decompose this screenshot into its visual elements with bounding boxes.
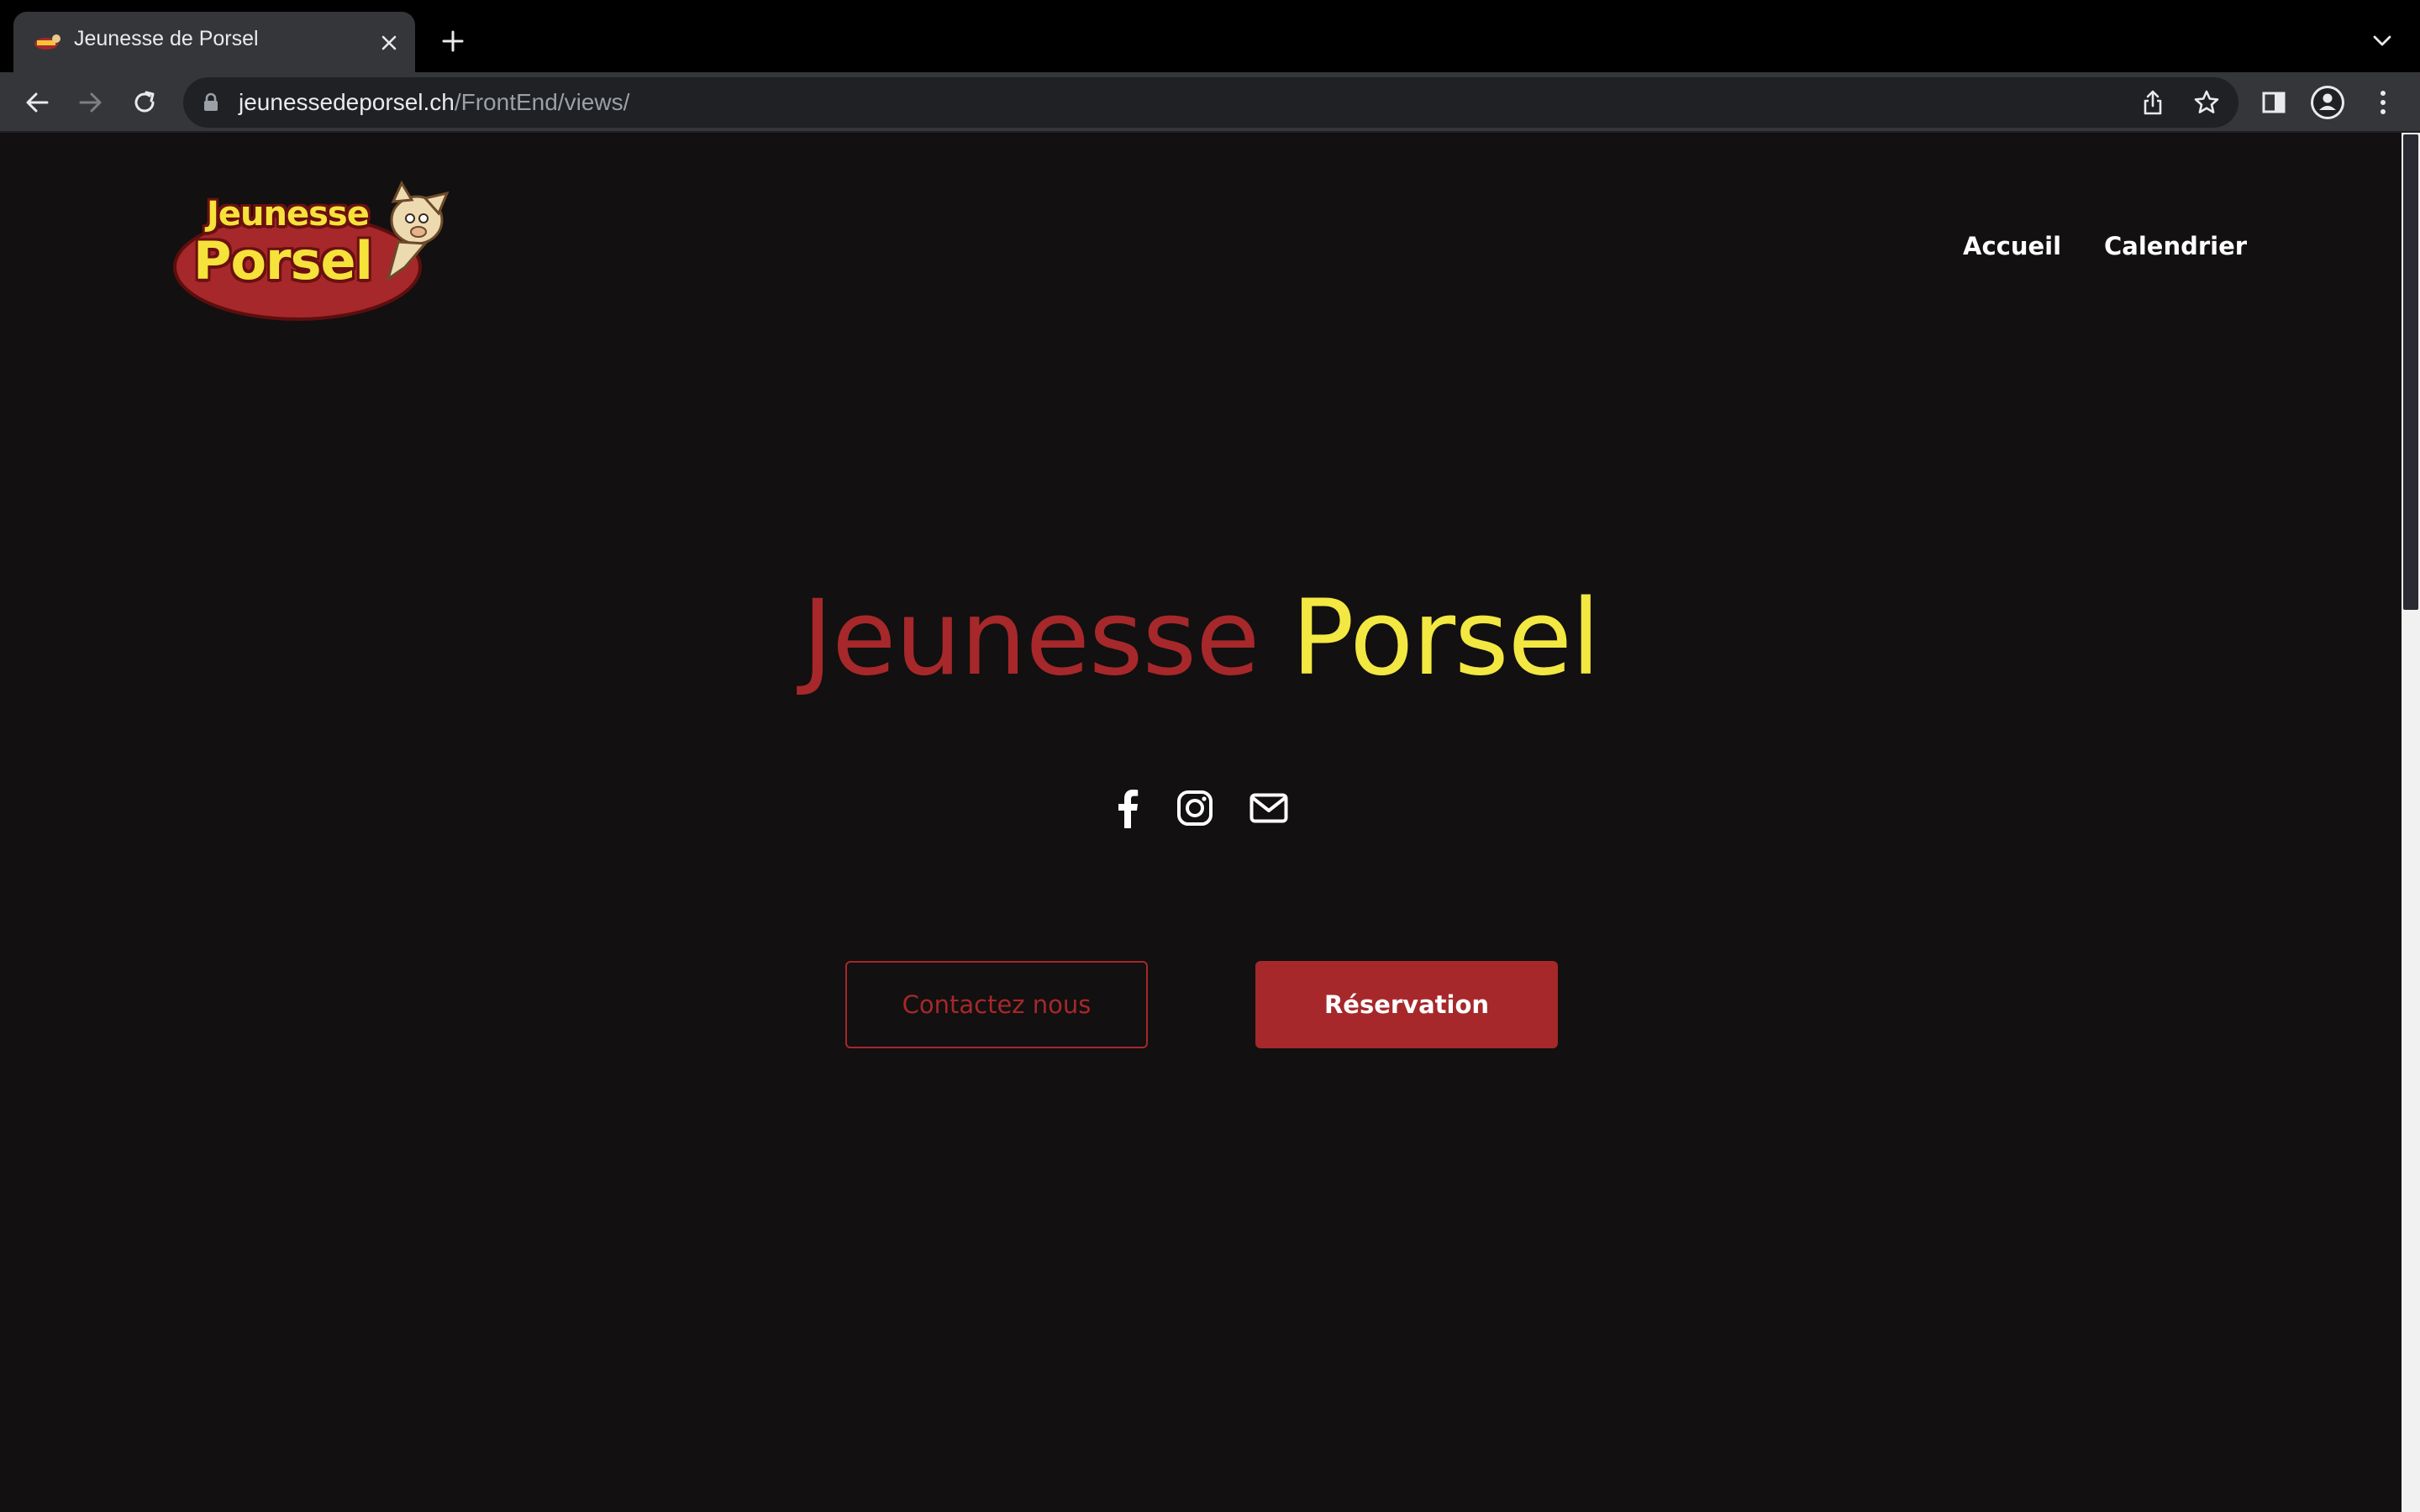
forward-arrow-icon[interactable] xyxy=(72,84,109,121)
hero-title-word-porsel: Porsel xyxy=(1291,578,1601,699)
browser-menu-kebab-icon[interactable] xyxy=(2365,84,2402,121)
tab-search-chevron-icon[interactable] xyxy=(2368,27,2396,55)
reservation-button[interactable]: Réservation xyxy=(1255,961,1558,1048)
url-text[interactable]: jeunessedeporsel.ch/FrontEnd/views/ xyxy=(239,89,629,116)
page-viewport: Jeunesse Porsel Accueil Calendrier Jeune… xyxy=(0,133,2402,1512)
lock-icon xyxy=(204,92,218,111)
browser-tab-strip: Jeunesse de Porsel xyxy=(0,0,2420,72)
tab-title: Jeunesse de Porsel xyxy=(74,27,259,50)
site-logo[interactable]: Jeunesse Porsel xyxy=(173,180,462,324)
new-tab-plus-icon[interactable] xyxy=(437,25,469,57)
back-arrow-icon[interactable] xyxy=(18,84,55,121)
side-panel-icon[interactable] xyxy=(2255,84,2292,121)
reload-icon[interactable] xyxy=(126,84,163,121)
url-host: jeunessedeporsel.ch xyxy=(239,89,455,115)
bookmark-star-icon[interactable] xyxy=(2190,86,2223,119)
site-favicon-icon xyxy=(34,34,60,50)
facebook-icon[interactable] xyxy=(1107,788,1148,828)
logo-text-jeunesse: Jeunesse xyxy=(207,195,370,234)
instagram-icon[interactable] xyxy=(1175,788,1215,828)
tab-close-icon[interactable] xyxy=(376,30,402,55)
hero-title-word-jeunesse: Jeunesse xyxy=(802,578,1260,699)
address-bar[interactable]: jeunessedeporsel.ch/FrontEnd/views/ xyxy=(183,77,2238,128)
url-path: /FrontEnd/views/ xyxy=(454,89,630,115)
share-icon[interactable] xyxy=(2136,86,2170,119)
nav-link-calendrier[interactable]: Calendrier xyxy=(2104,232,2247,260)
nav-link-accueil[interactable]: Accueil xyxy=(1963,232,2061,260)
mail-icon[interactable] xyxy=(1249,788,1289,828)
profile-avatar-icon[interactable] xyxy=(2309,84,2346,121)
scrollbar-thumb[interactable] xyxy=(2403,134,2418,610)
browser-tab-active[interactable]: Jeunesse de Porsel xyxy=(13,12,415,72)
logo-text-porsel: Porsel xyxy=(193,230,373,291)
browser-toolbar: jeunessedeporsel.ch/FrontEnd/views/ xyxy=(0,72,2420,133)
hero-title: Jeunesse Porsel xyxy=(0,578,2402,699)
contact-button[interactable]: Contactez nous xyxy=(845,961,1148,1048)
